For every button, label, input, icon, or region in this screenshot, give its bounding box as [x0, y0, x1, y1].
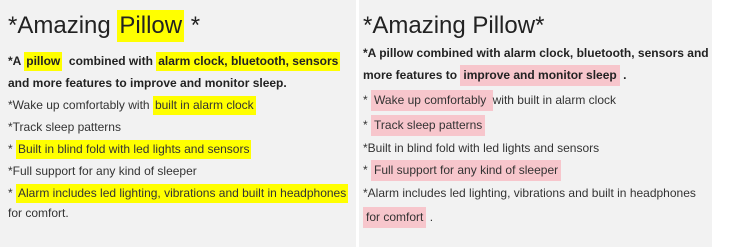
left-l3-highlight: built in alarm clock: [152, 96, 256, 115]
right-l2-a: more features to: [363, 68, 461, 82]
left-line-3: *Wake up comfortably with built in alarm…: [8, 96, 356, 115]
left-l1-highlight-features: alarm clock, bluetooth, sensors: [156, 52, 341, 71]
right-line-6: * Full support for any kind of sleeper: [363, 160, 712, 181]
right-l2-b: .: [619, 68, 627, 82]
left-l7-highlight: Alarm includes led lighting, vibrations …: [16, 184, 349, 203]
right-l4-a: *: [363, 118, 372, 132]
left-l5-a: *: [8, 142, 17, 156]
left-l1-a: *A: [8, 54, 25, 68]
right-line-3: * Wake up comfortably with built in alar…: [363, 90, 712, 111]
right-panel: *Amazing Pillow* *A pillow combined with…: [359, 0, 712, 247]
left-title: *Amazing Pillow *: [8, 10, 356, 42]
left-title-pre: *Amazing: [8, 12, 118, 39]
left-line-4: *Track sleep patterns: [8, 120, 121, 134]
right-l3-b: with built in alarm clock: [492, 93, 616, 107]
left-line-5: * Built in blind fold with led lights an…: [8, 140, 356, 159]
right-l3-highlight: Wake up comfortably: [371, 90, 493, 111]
left-line-8: for comfort.: [8, 206, 69, 220]
left-line-6: *Full support for any kind of sleeper: [8, 164, 197, 178]
left-title-post: *: [184, 12, 201, 39]
right-l8-b: .: [426, 210, 434, 224]
right-l6-a: *: [363, 163, 372, 177]
right-l2-highlight: improve and monitor sleep: [460, 65, 620, 86]
right-line-4: * Track sleep patterns: [363, 115, 712, 136]
right-line-8: for comfort .: [363, 207, 712, 228]
page: *Amazing Pillow * *A pillow combined wit…: [0, 0, 730, 247]
left-l3-a: *Wake up comfortably with: [8, 98, 153, 112]
right-l6-highlight: Full support for any kind of sleeper: [371, 160, 562, 181]
right-l4-highlight: Track sleep patterns: [371, 115, 486, 136]
right-line-2: more features to improve and monitor sle…: [363, 65, 712, 86]
left-line-1: *A pillow combined with alarm clock, blu…: [8, 52, 356, 71]
right-line-1: *A pillow combined with alarm clock, blu…: [363, 46, 709, 60]
right-line-7: *Alarm includes led lighting, vibrations…: [363, 186, 696, 200]
left-title-highlight: Pillow: [117, 10, 185, 42]
left-l1-b: combined with: [62, 54, 157, 68]
right-l3-a: *: [363, 93, 372, 107]
right-title: *Amazing Pillow*: [363, 12, 545, 39]
left-l5-highlight: Built in blind fold with led lights and …: [16, 140, 252, 159]
right-l8-highlight: for comfort: [363, 207, 427, 228]
right-line-5: *Built in blind fold with led lights and…: [363, 141, 600, 155]
left-l7-a: *: [8, 186, 17, 200]
left-line-7: * Alarm includes led lighting, vibration…: [8, 184, 356, 203]
left-line-2: and more features to improve and monitor…: [8, 76, 287, 90]
left-panel: *Amazing Pillow * *A pillow combined wit…: [0, 0, 356, 247]
left-l1-highlight-pillow: pillow: [24, 52, 63, 71]
